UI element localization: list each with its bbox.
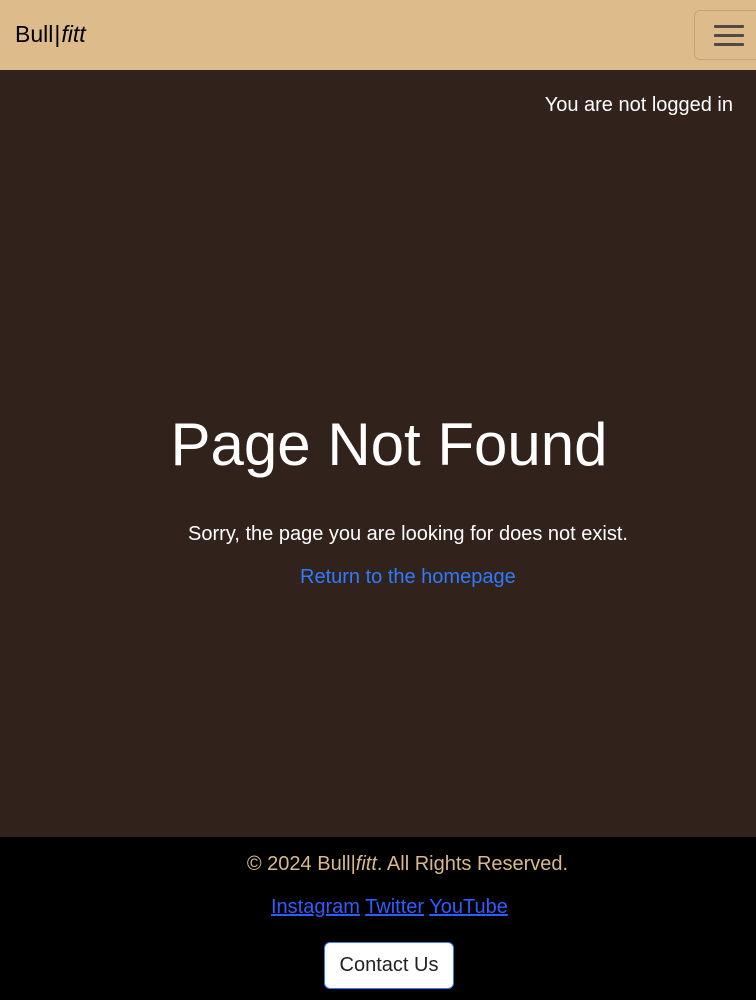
brand-separator: |	[54, 21, 61, 47]
brand-suffix: fitt	[61, 21, 86, 47]
copyright-text: © 2024 Bull|fitt. All Rights Reserved.	[0, 852, 756, 876]
menu-toggle-button[interactable]	[694, 10, 756, 60]
error-message: Sorry, the page you are looking for does…	[188, 523, 628, 545]
copyright-suffix: . All Rights Reserved.	[376, 853, 569, 875]
twitter-link[interactable]: Twitter	[365, 896, 424, 918]
brand-main: Bull	[15, 21, 54, 47]
navbar: Bull|fitt	[0, 0, 756, 70]
copyright-brand: fitt	[355, 853, 377, 875]
return-homepage-link[interactable]: Return to the homepage	[300, 565, 516, 589]
login-status: You are not logged in	[544, 94, 733, 116]
footer: © 2024 Bull|fitt. All Rights Reserved. I…	[0, 837, 756, 1000]
copyright-prefix: © 2024 Bull|	[246, 853, 356, 875]
social-links: Instagram Twitter YouTube	[271, 895, 508, 919]
instagram-link[interactable]: Instagram	[271, 896, 360, 918]
page-title: Page Not Found	[170, 411, 608, 478]
brand-logo[interactable]: Bull|fitt	[15, 20, 86, 48]
youtube-link[interactable]: YouTube	[429, 896, 508, 918]
contact-us-button[interactable]: Contact Us	[324, 942, 454, 989]
